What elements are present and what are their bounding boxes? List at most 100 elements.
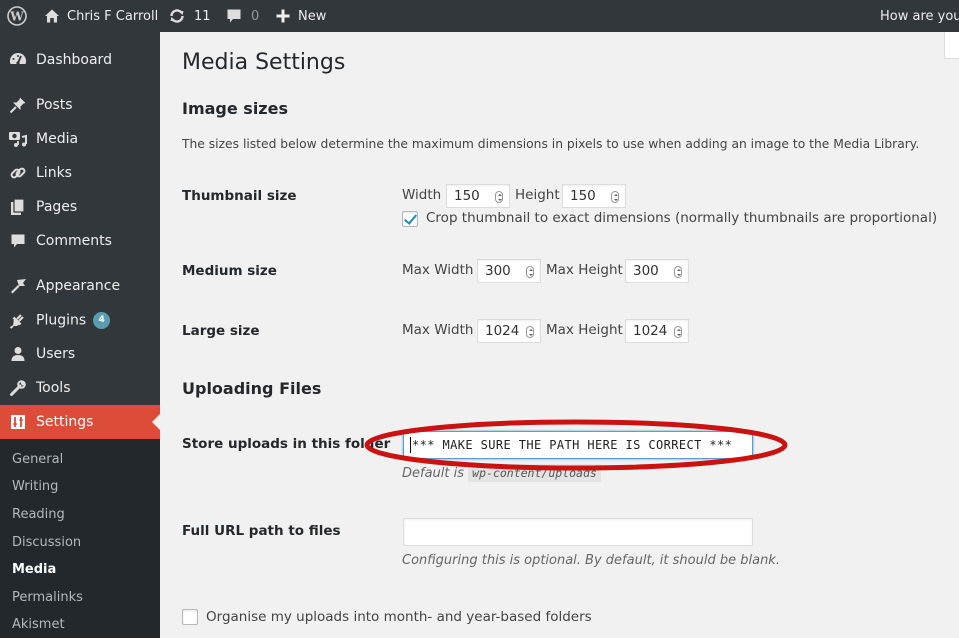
plus-icon — [276, 9, 290, 23]
screen-options-tab[interactable] — [944, 32, 959, 59]
admin-bar: W Chris F Carroll 11 0 New How are you, — [0, 0, 959, 32]
store-uploads-label: Store uploads in this folder — [182, 436, 391, 452]
submenu-item-media[interactable]: Media — [12, 562, 56, 577]
wrench-icon — [8, 378, 28, 398]
menu-label: Appearance — [36, 278, 121, 294]
spinner-icon[interactable] — [526, 326, 534, 338]
crop-thumbnail-checkbox[interactable] — [402, 211, 418, 227]
comment-icon — [226, 8, 242, 24]
store-uploads-default-note: Default is wp-content/uploads — [402, 464, 601, 482]
link-icon — [8, 163, 28, 183]
site-name: Chris F Carroll — [67, 8, 159, 24]
wp-logo-menu[interactable]: W — [7, 0, 29, 32]
menu-item-appearance[interactable]: Appearance — [0, 269, 160, 303]
admin-menu: Dashboard Posts Media Links Pages Commen… — [0, 32, 160, 638]
new-content-menu[interactable]: New — [276, 0, 326, 32]
menu-label: Dashboard — [36, 52, 112, 68]
submenu-item-permalinks[interactable]: Permalinks — [12, 590, 83, 605]
plugins-label: Plugins — [36, 312, 87, 328]
large-height-input[interactable]: 1024 — [625, 319, 689, 343]
thumbnail-size-label: Thumbnail size — [182, 188, 297, 204]
full-url-input[interactable] — [403, 518, 753, 546]
menu-label: Users — [36, 346, 76, 362]
page-title: Media Settings — [182, 50, 346, 75]
menu-label: Comments — [36, 233, 112, 249]
organise-uploads-label: Organise my uploads into month- and year… — [206, 609, 592, 625]
crop-thumbnail-label: Crop thumbnail to exact dimensions (norm… — [426, 210, 938, 226]
medium-size-label: Medium size — [182, 263, 277, 279]
menu-item-posts[interactable]: Posts — [0, 88, 160, 122]
large-height-label: Max Height — [546, 322, 623, 338]
dashboard-icon — [8, 50, 28, 70]
medium-height-input[interactable]: 300 — [625, 259, 689, 283]
updates-menu[interactable]: 11 — [168, 0, 211, 32]
store-uploads-value: *** MAKE SURE THE PATH HERE IS CORRECT *… — [412, 438, 733, 452]
large-width-value: 1024 — [485, 323, 520, 339]
comment-icon — [8, 231, 28, 251]
image-sizes-heading: Image sizes — [182, 99, 288, 118]
thumbnail-height-value: 150 — [570, 188, 596, 204]
medium-height-value: 300 — [633, 263, 659, 279]
user-icon — [8, 344, 28, 364]
medium-width-input[interactable]: 300 — [477, 259, 541, 283]
default-prefix: Default is — [402, 466, 465, 481]
spinner-icon[interactable] — [674, 266, 682, 278]
menu-label: Tools — [36, 380, 71, 396]
spinner-icon[interactable] — [495, 191, 503, 203]
submenu-item-general[interactable]: General — [12, 452, 63, 467]
menu-item-links[interactable]: Links — [0, 156, 160, 190]
menu-label: Plugins 4 — [36, 311, 111, 329]
full-url-description: Configuring this is optional. By default… — [402, 553, 780, 568]
settings-submenu: General Writing Reading Discussion Media… — [0, 439, 160, 638]
large-height-value: 1024 — [633, 323, 668, 339]
plugin-icon — [8, 310, 28, 330]
text-caret — [410, 437, 411, 453]
settings-icon — [8, 412, 28, 432]
menu-item-media[interactable]: Media — [0, 122, 160, 156]
updates-count: 11 — [194, 8, 211, 24]
menu-label: Pages — [36, 199, 78, 215]
thumbnail-height-input[interactable]: 150 — [562, 184, 626, 208]
my-account-menu[interactable]: How are you, — [880, 0, 959, 32]
store-uploads-input[interactable]: *** MAKE SURE THE PATH HERE IS CORRECT *… — [403, 431, 753, 459]
pin-icon — [8, 95, 28, 115]
new-label: New — [298, 8, 327, 24]
spinner-icon[interactable] — [526, 266, 534, 278]
submenu-item-akismet[interactable]: Akismet — [12, 617, 65, 632]
site-name-menu[interactable]: Chris F Carroll — [44, 0, 158, 32]
large-width-label: Max Width — [402, 322, 474, 338]
default-path-code: wp-content/uploads — [468, 464, 601, 482]
menu-item-users[interactable]: Users — [0, 337, 160, 371]
submenu-item-reading[interactable]: Reading — [12, 507, 65, 522]
medium-width-label: Max Width — [402, 262, 474, 278]
spinner-icon[interactable] — [674, 326, 682, 338]
full-url-label: Full URL path to files — [182, 523, 341, 539]
home-icon — [44, 8, 60, 24]
media-icon — [8, 129, 28, 149]
uploading-files-heading: Uploading Files — [182, 379, 322, 398]
svg-text:W: W — [9, 10, 24, 24]
submenu-item-discussion[interactable]: Discussion — [12, 535, 81, 550]
menu-label: Links — [36, 165, 72, 181]
organise-uploads-checkbox[interactable] — [182, 609, 198, 625]
thumbnail-width-label: Width — [402, 187, 442, 203]
account-greeting: How are you, — [880, 8, 959, 24]
menu-item-tools[interactable]: Tools — [0, 371, 160, 405]
menu-item-settings[interactable]: Settings — [0, 405, 160, 439]
menu-item-plugins[interactable]: Plugins 4 — [0, 303, 160, 337]
menu-item-comments[interactable]: Comments — [0, 224, 160, 258]
menu-item-pages[interactable]: Pages — [0, 190, 160, 224]
thumbnail-width-value: 150 — [454, 188, 480, 204]
spinner-icon[interactable] — [611, 191, 619, 203]
submenu-item-writing[interactable]: Writing — [12, 479, 58, 494]
large-size-label: Large size — [182, 323, 260, 339]
comments-count: 0 — [251, 8, 260, 24]
thumbnail-width-input[interactable]: 150 — [446, 184, 510, 208]
large-width-input[interactable]: 1024 — [477, 319, 541, 343]
menu-item-dashboard[interactable]: Dashboard — [0, 43, 160, 77]
comments-menu[interactable]: 0 — [226, 0, 259, 32]
menu-label: Settings — [36, 414, 94, 430]
paintbrush-icon — [8, 276, 28, 296]
image-sizes-description: The sizes listed below determine the max… — [182, 137, 920, 151]
pages-icon — [8, 197, 28, 217]
